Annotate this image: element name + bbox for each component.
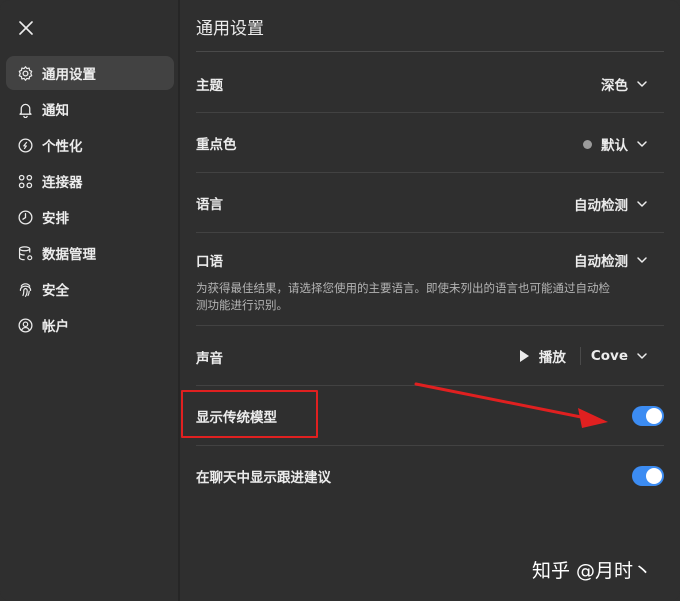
- red-arrow-annotation: [414, 382, 608, 428]
- follow-ups-toggle[interactable]: [632, 466, 664, 486]
- accent-dropdown[interactable]: 默认: [583, 134, 648, 154]
- red-highlight-box: [181, 390, 318, 438]
- account-icon: [16, 316, 34, 334]
- close-icon: [19, 21, 33, 35]
- settings-sidebar: 通用设置 通知 个性化 连接器 安排 数据管理 安全 帐户: [0, 0, 180, 601]
- sidebar-item-label: 通用设置: [42, 67, 96, 83]
- sidebar-item-connectors[interactable]: 连接器: [6, 164, 174, 198]
- bell-icon: [16, 100, 34, 118]
- sidebar-item-label: 连接器: [42, 175, 83, 191]
- setting-row-spoken-language: 口语 自动检测 为获得最佳结果，请选择您使用的主要语言。即使未列出的语言也可能通…: [196, 233, 664, 326]
- setting-row-theme: 主题 深色: [196, 52, 664, 113]
- theme-label: 主题: [196, 78, 223, 94]
- sidebar-item-label: 帐户: [42, 319, 69, 335]
- sidebar-item-label: 安排: [42, 211, 69, 227]
- sidebar-item-label: 数据管理: [42, 247, 96, 263]
- spoken-value: 自动检测: [574, 254, 628, 270]
- settings-dialog: 通用设置 通知 个性化 连接器 安排 数据管理 安全 帐户 通用设置 主题 深色…: [0, 0, 680, 601]
- follow-ups-label: 在聊天中显示跟进建议: [196, 470, 331, 486]
- voice-label: 声音: [196, 351, 223, 367]
- clock-icon: [16, 208, 34, 226]
- language-value: 自动检测: [574, 198, 628, 214]
- voice-controls: 播放 Cove: [519, 346, 648, 366]
- connectors-icon: [16, 172, 34, 190]
- sidebar-item-label: 安全: [42, 283, 69, 299]
- spoken-hint: 为获得最佳结果，请选择您使用的主要语言。即使未列出的语言也可能通过自动检测功能进…: [196, 281, 610, 312]
- sidebar-item-security[interactable]: 安全: [6, 272, 174, 306]
- page-title: 通用设置: [196, 19, 264, 39]
- voice-dropdown[interactable]: Cove: [591, 348, 648, 364]
- sidebar-item-label: 个性化: [42, 139, 83, 155]
- setting-row-accent: 重点色 默认: [196, 113, 664, 173]
- sidebar-item-schedules[interactable]: 安排: [6, 200, 174, 234]
- spoken-language-dropdown[interactable]: 自动检测: [574, 250, 648, 270]
- personalize-icon: [16, 136, 34, 154]
- watermark: 知乎 @月时丶: [532, 560, 653, 582]
- chevron-down-icon: [636, 198, 648, 210]
- theme-value: 深色: [601, 78, 628, 94]
- sidebar-item-personalization[interactable]: 个性化: [6, 128, 174, 162]
- setting-row-voice: 声音 播放 Cove: [196, 326, 664, 386]
- chevron-down-icon: [636, 254, 648, 266]
- chevron-down-icon: [636, 138, 648, 150]
- spoken-label: 口语: [196, 254, 223, 270]
- play-icon: [519, 350, 529, 362]
- settings-nav: 通用设置 通知 个性化 连接器 安排 数据管理 安全 帐户: [6, 56, 174, 344]
- sidebar-item-label: 通知: [42, 103, 69, 119]
- legacy-models-toggle[interactable]: [632, 406, 664, 426]
- play-label: 播放: [538, 350, 566, 366]
- close-button[interactable]: [14, 16, 38, 40]
- setting-row-follow-ups: 在聊天中显示跟进建议: [196, 446, 664, 506]
- accent-value: 默认: [601, 138, 628, 154]
- gear-icon: [16, 64, 34, 82]
- sidebar-item-data-controls[interactable]: 数据管理: [6, 236, 174, 270]
- settings-content: 通用设置 主题 深色 重点色 默认 语言 自动检测 口语 自动检测 为获得最佳结…: [180, 0, 680, 601]
- accent-label: 重点色: [196, 137, 237, 153]
- voice-separator: [579, 347, 581, 365]
- setting-row-language: 语言 自动检测: [196, 173, 664, 233]
- voice-value: Cove: [590, 348, 628, 364]
- language-dropdown[interactable]: 自动检测: [574, 194, 648, 214]
- accent-color-dot: [583, 139, 592, 149]
- chevron-down-icon: [636, 350, 648, 362]
- fingerprint-icon: [16, 280, 34, 298]
- theme-dropdown[interactable]: 深色: [601, 74, 648, 94]
- toggle-knob: [646, 408, 662, 424]
- sidebar-item-general[interactable]: 通用设置: [6, 56, 174, 90]
- sidebar-item-notifications[interactable]: 通知: [6, 92, 174, 126]
- database-icon: [16, 244, 34, 262]
- toggle-knob: [646, 468, 662, 484]
- language-label: 语言: [196, 197, 223, 213]
- sidebar-item-account[interactable]: 帐户: [6, 308, 174, 342]
- chevron-down-icon: [636, 78, 648, 90]
- play-voice-button[interactable]: 播放: [519, 346, 566, 366]
